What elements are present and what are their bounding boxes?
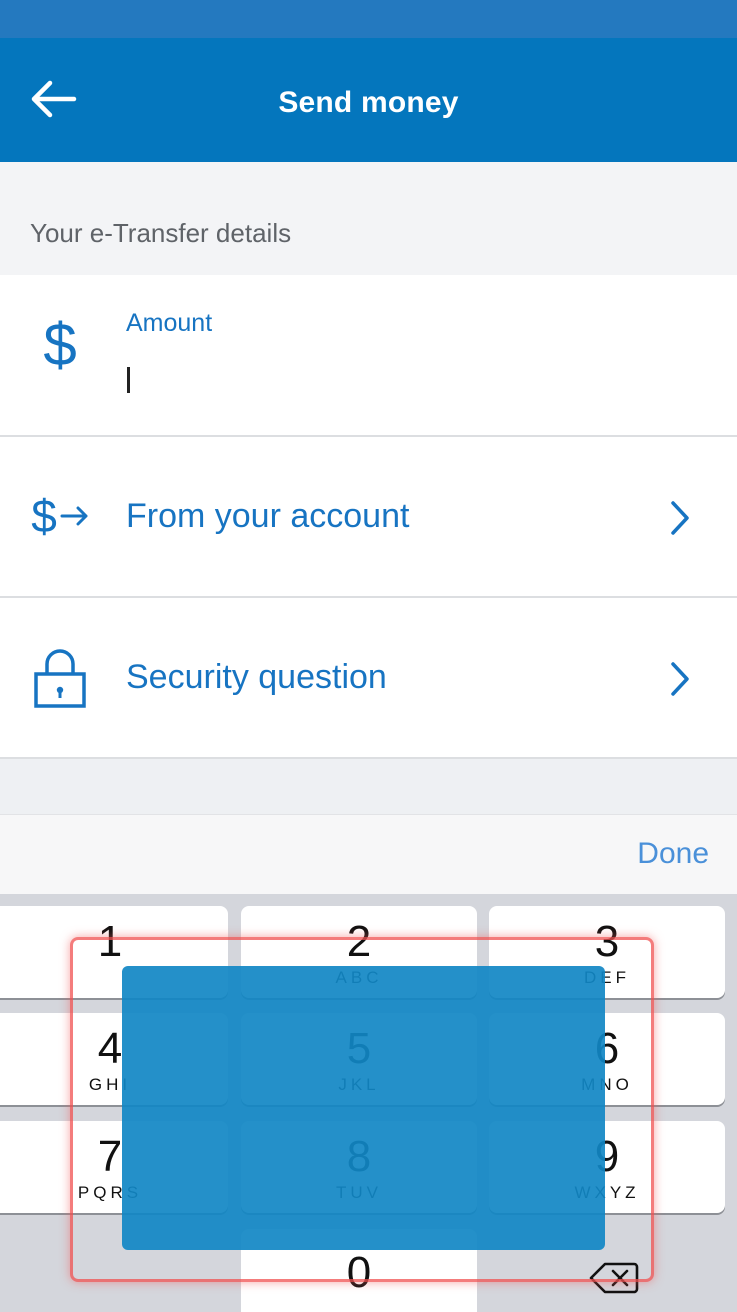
key-digit: 7 [97,1132,123,1181]
done-button[interactable]: Done [637,837,709,871]
svg-text:$: $ [43,311,76,378]
key-letters: GHI [88,1075,132,1094]
security-question-row[interactable]: Security question [0,598,737,759]
key-digit: 6 [594,1024,620,1073]
key-digit: 9 [594,1132,620,1181]
key-2[interactable]: 2 ABC [241,906,477,998]
key-6[interactable]: 6 MNO [489,1013,725,1105]
key-digit: 8 [346,1132,372,1181]
backspace-icon [589,1261,639,1300]
key-digit: 3 [594,917,620,966]
amount-row[interactable]: $ Amount [0,275,737,437]
key-letters: ABC [335,968,383,987]
section-title: Your e-Transfer details [30,218,292,248]
status-bar [0,0,737,38]
from-account-row[interactable]: $ From your account [0,437,737,598]
key-digit: 5 [346,1024,372,1073]
key-digit: 0 [346,1248,372,1297]
dollar-arrow-icon: $ [28,485,92,545]
key-0[interactable]: 0 [241,1229,477,1312]
numeric-keypad: 1 2 ABC 3 DEF 4 GHI 5 JKL 6 MNO 7 PQRS 8… [0,894,737,1312]
amount-label: Amount [126,309,213,337]
from-account-label: From your account [126,497,410,535]
keyboard-toolbar: Done [0,814,737,894]
amount-input[interactable] [126,357,686,405]
page-title: Send money [278,86,459,119]
delete-key[interactable] [489,1229,725,1312]
key-7[interactable]: 7 PQRS [0,1121,228,1213]
key-letters: TUV [336,1183,382,1202]
key-letters: PQRS [77,1183,143,1202]
key-9[interactable]: 9 WXYZ [489,1121,725,1213]
security-question-label: Security question [126,658,387,696]
key-letters: DEF [584,968,630,987]
chevron-right-icon [669,499,691,542]
lock-icon [28,646,92,712]
key-blank [0,1229,228,1312]
key-4[interactable]: 4 GHI [0,1013,228,1105]
app-bar: Send money [0,38,737,162]
key-letters: JKL [338,1075,380,1094]
key-3[interactable]: 3 DEF [489,906,725,998]
dollar-icon: $ [28,309,92,379]
key-letters: MNO [581,1075,633,1094]
key-letters: WXYZ [574,1183,640,1202]
key-1[interactable]: 1 [0,906,228,998]
content-spacer [0,759,737,814]
section-header: Your e-Transfer details [0,162,737,275]
key-digit: 4 [97,1024,123,1073]
text-cursor [127,367,130,393]
key-5[interactable]: 5 JKL [241,1013,477,1105]
svg-text:$: $ [31,490,57,542]
key-8[interactable]: 8 TUV [241,1121,477,1213]
key-digit: 1 [97,917,123,966]
chevron-right-icon [669,660,691,703]
key-digit: 2 [346,917,372,966]
